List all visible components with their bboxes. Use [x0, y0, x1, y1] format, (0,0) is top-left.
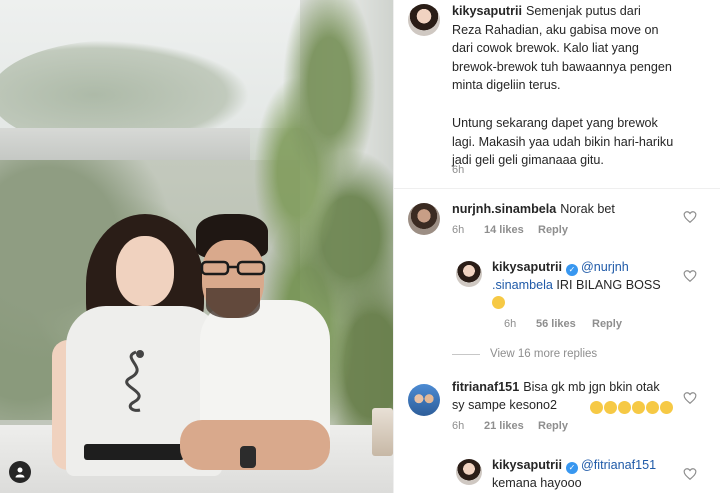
reply-body: kemana hayooo [492, 476, 582, 490]
post-photo [0, 0, 393, 493]
reply-text: kikysaputrii ✓ @fitrianaf151 kemana hayooo [492, 456, 692, 492]
heart-icon[interactable] [683, 210, 697, 224]
reply-button[interactable]: Reply [538, 224, 568, 236]
comment-meta: 6h 21 likes Reply [452, 420, 568, 432]
heart-icon[interactable] [683, 269, 697, 283]
glasses [200, 260, 266, 276]
man-beard [206, 288, 260, 318]
comment-item: nurjnh.sinambela Norak bet 6h 14 likes Re… [408, 200, 718, 244]
reply-meta: 6h 56 likes Reply [504, 318, 622, 330]
replies-line [452, 353, 480, 355]
emoji-row [590, 399, 674, 417]
emoji-icon [618, 401, 631, 414]
caption-paragraph-2: Untung sekarang dapet yang brewok lagi. … [452, 115, 674, 168]
reply-time[interactable]: 6h [504, 318, 536, 330]
view-more-replies-button[interactable]: View 16 more replies [452, 348, 597, 360]
woman-belt [84, 444, 184, 460]
photo-cup [372, 408, 393, 456]
reply-item: kikysaputrii ✓ @nurjnh .sinambela IRI BILA… [408, 258, 718, 338]
comment-time[interactable]: 6h [452, 224, 484, 236]
heart-icon[interactable] [683, 467, 697, 481]
reply-username[interactable]: kikysaputrii [492, 458, 562, 472]
commenter-avatar[interactable] [408, 203, 440, 235]
emoji-icon [492, 296, 505, 309]
caption-username[interactable]: kikysaputrii [452, 4, 522, 18]
comment-likes[interactable]: 21 likes [484, 420, 538, 432]
comment-likes[interactable]: 14 likes [484, 224, 538, 236]
emoji-icon [590, 401, 603, 414]
profile-icon[interactable] [9, 461, 31, 483]
caption-text: kikysaputrii Semenjak putus dari Reza Rah… [452, 2, 714, 170]
emoji-icon [604, 401, 617, 414]
user-silhouette-icon [15, 467, 25, 478]
woman-face [116, 236, 174, 306]
reply-button[interactable]: Reply [592, 318, 622, 330]
comment-username[interactable]: nurjnh.sinambela [452, 202, 556, 216]
comment-username[interactable]: fitrianaf151 [452, 380, 519, 394]
comment-body: Norak bet [560, 202, 615, 216]
divider [394, 188, 720, 189]
emoji-icon [632, 401, 645, 414]
dragon-print [125, 350, 144, 412]
reply-username[interactable]: kikysaputrii [492, 260, 562, 274]
reply-body: IRI BILANG BOSS [556, 278, 661, 292]
wrist-watch [240, 446, 256, 468]
caption-avatar[interactable] [408, 4, 440, 36]
comment-text: nurjnh.sinambela Norak bet [452, 200, 615, 218]
comment-item: fitrianaf151 Bisa gk mb jgn bkin otak sy … [408, 378, 718, 438]
comment-time[interactable]: 6h [452, 420, 484, 432]
verified-icon: ✓ [566, 264, 578, 276]
emoji-icon [646, 401, 659, 414]
verified-icon: ✓ [566, 462, 578, 474]
replier-avatar[interactable] [456, 261, 482, 287]
heart-icon[interactable] [683, 391, 697, 405]
comments-panel: kikysaputrii Semenjak putus dari Reza Rah… [393, 0, 720, 493]
reply-item: kikysaputrii ✓ @fitrianaf151 kemana hayooo [408, 456, 718, 493]
view-replies-label: View 16 more replies [490, 348, 598, 360]
reply-text: kikysaputrii ✓ @nurjnh .sinambela IRI BILA… [492, 258, 682, 312]
replier-avatar[interactable] [456, 459, 482, 485]
post-caption: kikysaputrii Semenjak putus dari Reza Rah… [408, 0, 718, 190]
reply-button[interactable]: Reply [538, 420, 568, 432]
emoji-icon [660, 401, 673, 414]
comment-meta: 6h 14 likes Reply [452, 224, 568, 236]
reply-likes[interactable]: 56 likes [536, 318, 592, 330]
reply-mention[interactable]: @fitrianaf151 [581, 458, 656, 472]
commenter-avatar[interactable] [408, 384, 440, 416]
caption-time[interactable]: 6h [452, 164, 464, 176]
